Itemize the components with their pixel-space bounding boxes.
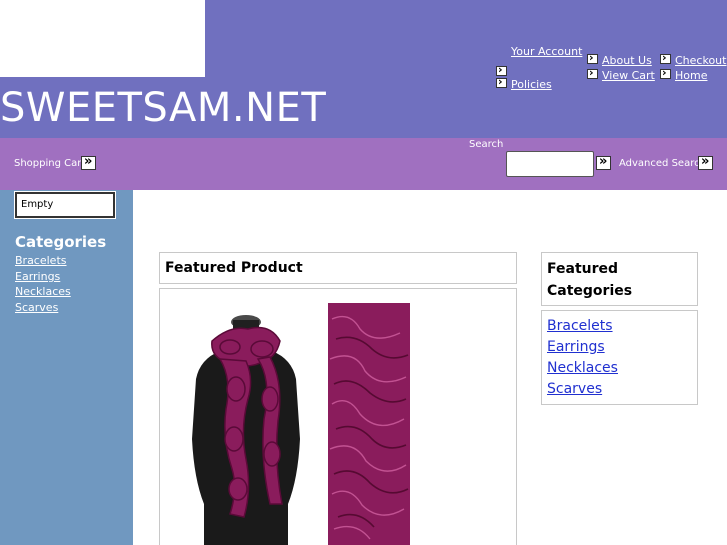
nav-about-us-link[interactable]: About Us (602, 54, 652, 67)
shopping-cart-label: Shopping Cart (14, 158, 86, 169)
nav-your-account-link[interactable]: Your Account (511, 45, 582, 58)
sidebar-category-scarves[interactable]: Scarves (15, 301, 58, 314)
sidebar-category-bracelets[interactable]: Bracelets (15, 254, 67, 267)
nav-policies-link[interactable]: Policies (511, 78, 552, 91)
sidebar-category-necklaces[interactable]: Necklaces (15, 285, 71, 298)
featured-categories-list: Bracelets Earrings Necklaces Scarves (541, 310, 698, 405)
site-title: SWEETSAM.NET (0, 85, 327, 131)
search-label: Search (469, 139, 504, 150)
cart-status-box: Empty (14, 191, 116, 219)
arrow-icon (587, 51, 598, 64)
advanced-search-button[interactable] (698, 154, 713, 170)
featured-product-panel (159, 288, 517, 545)
nav-checkout-link[interactable]: Checkout (675, 54, 726, 67)
featured-category-necklaces[interactable]: Necklaces (547, 358, 692, 379)
featured-category-scarves[interactable]: Scarves (547, 379, 692, 400)
nav-home-link[interactable]: Home (675, 69, 707, 82)
shopping-cart-button[interactable] (81, 154, 96, 170)
search-submit-button[interactable] (596, 154, 611, 170)
featured-category-earrings[interactable]: Earrings (547, 337, 692, 358)
logo-area (0, 0, 205, 77)
arrow-icon (496, 75, 507, 88)
product-image[interactable] (160, 289, 517, 545)
scarf-closeup (328, 303, 410, 545)
toolbar (0, 138, 727, 190)
featured-categories-heading: Featured Categories (541, 252, 698, 306)
advanced-search-label[interactable]: Advanced Search (619, 158, 706, 169)
featured-category-bracelets[interactable]: Bracelets (547, 316, 692, 337)
search-input[interactable] (506, 151, 594, 177)
arrow-icon (660, 51, 671, 64)
arrow-icon (660, 66, 671, 79)
arrow-icon (587, 66, 598, 79)
nav-view-cart-link[interactable]: View Cart (602, 69, 655, 82)
sidebar-category-earrings[interactable]: Earrings (15, 270, 60, 283)
categories-heading: Categories (15, 233, 107, 251)
featured-product-heading: Featured Product (159, 252, 517, 284)
